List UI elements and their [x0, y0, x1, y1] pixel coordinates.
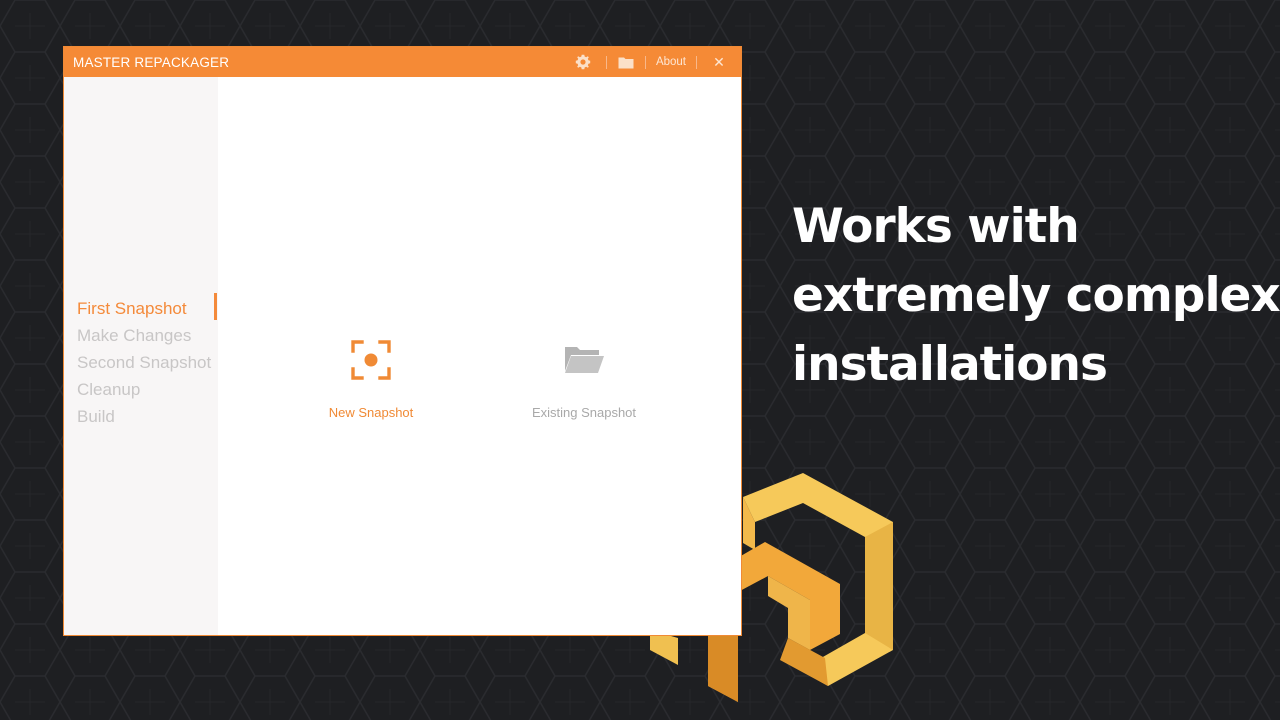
- about-button[interactable]: About: [646, 47, 696, 77]
- existing-snapshot-label: Existing Snapshot: [531, 405, 637, 420]
- title-bar: MASTER REPACKAGER About ✕: [64, 47, 741, 77]
- main-content: New Snapshot Existing Snapshot: [218, 77, 741, 635]
- active-step-indicator: [214, 293, 217, 320]
- snapshot-target-icon: [351, 340, 391, 380]
- open-folder-icon: [565, 347, 604, 373]
- settings-button[interactable]: [568, 47, 598, 77]
- existing-snapshot-button[interactable]: Existing Snapshot: [509, 338, 659, 420]
- gear-icon: [575, 54, 591, 70]
- app-window: MASTER REPACKAGER About ✕ First Snapshot…: [63, 46, 742, 636]
- step-list: First Snapshot Make Changes Second Snaps…: [77, 295, 211, 430]
- folder-icon: [618, 57, 634, 68]
- step-cleanup[interactable]: Cleanup: [77, 376, 211, 403]
- app-title: MASTER REPACKAGER: [73, 54, 230, 70]
- open-folder-button[interactable]: [615, 47, 637, 77]
- new-snapshot-button[interactable]: New Snapshot: [296, 338, 446, 420]
- tagline-line: installations: [792, 337, 1108, 392]
- close-button[interactable]: ✕: [697, 47, 741, 77]
- steps-sidebar: First Snapshot Make Changes Second Snaps…: [64, 77, 218, 635]
- step-make-changes[interactable]: Make Changes: [77, 322, 211, 349]
- promo-tagline: Works with extremely complex installatio…: [792, 192, 1280, 399]
- step-build[interactable]: Build: [77, 403, 211, 430]
- new-snapshot-label: New Snapshot: [328, 405, 414, 420]
- tagline-line: Works with: [792, 199, 1080, 254]
- step-first-snapshot[interactable]: First Snapshot: [77, 295, 211, 322]
- title-bar-actions: About ✕: [568, 47, 741, 77]
- title-separator: [605, 55, 607, 69]
- step-second-snapshot[interactable]: Second Snapshot: [77, 349, 211, 376]
- tagline-line: extremely complex: [792, 268, 1280, 323]
